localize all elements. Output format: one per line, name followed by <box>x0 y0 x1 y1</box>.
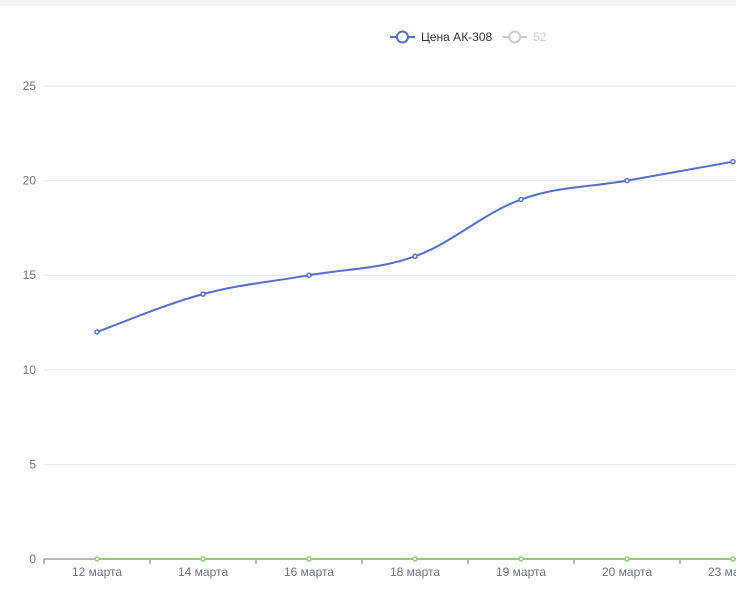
x-tick-label: 16 марта <box>284 565 334 579</box>
x-tick-label: 20 марта <box>602 565 652 579</box>
data-point[interactable] <box>518 196 524 203</box>
legend[interactable]: Цена АК-308 52 <box>390 30 547 44</box>
data-point[interactable] <box>94 556 100 562</box>
data-point[interactable] <box>306 272 312 278</box>
series-layer <box>94 158 736 562</box>
data-point[interactable] <box>730 556 736 562</box>
legend-marker-icon <box>508 30 522 44</box>
grid-lines <box>44 85 736 465</box>
legend-marker-icon <box>396 30 409 44</box>
data-point[interactable] <box>518 556 524 562</box>
legend-label: Цена АК-308 <box>421 30 493 44</box>
y-tick-label: 10 <box>23 363 37 377</box>
x-tick-label: 12 марта <box>72 565 122 579</box>
x-axis-labels: 12 марта 14 марта 16 марта 18 марта 19 марта… <box>72 565 736 579</box>
data-point[interactable] <box>412 253 418 260</box>
data-point[interactable] <box>624 556 630 562</box>
data-point[interactable] <box>624 177 630 184</box>
series-line <box>96 160 734 333</box>
y-tick-label: 15 <box>23 268 37 282</box>
x-tick-label: 19 марта <box>496 565 546 579</box>
legend-item[interactable]: Цена АК-308 <box>390 30 493 44</box>
line-chart: 0 5 10 15 20 25 12 марта 14 марта 16 марта 18 ма… <box>23 30 736 579</box>
data-point[interactable] <box>94 329 100 335</box>
legend-label: 52 <box>533 30 547 44</box>
y-tick-label: 5 <box>29 457 36 471</box>
data-point[interactable] <box>412 556 418 562</box>
x-tick-label: 14 марта <box>178 565 228 579</box>
y-axis: 0 5 10 15 20 25 <box>23 79 37 566</box>
data-point[interactable] <box>730 158 736 165</box>
y-tick-label: 20 <box>23 174 37 188</box>
data-point[interactable] <box>200 291 206 297</box>
x-tick-label: 23 марта <box>708 565 736 579</box>
data-point[interactable] <box>306 556 312 562</box>
x-tick-label: 18 марта <box>390 565 440 579</box>
y-tick-label: 25 <box>23 79 37 93</box>
data-point[interactable] <box>200 556 206 562</box>
y-tick-label: 0 <box>29 552 36 566</box>
legend-item[interactable]: 52 <box>502 30 547 44</box>
